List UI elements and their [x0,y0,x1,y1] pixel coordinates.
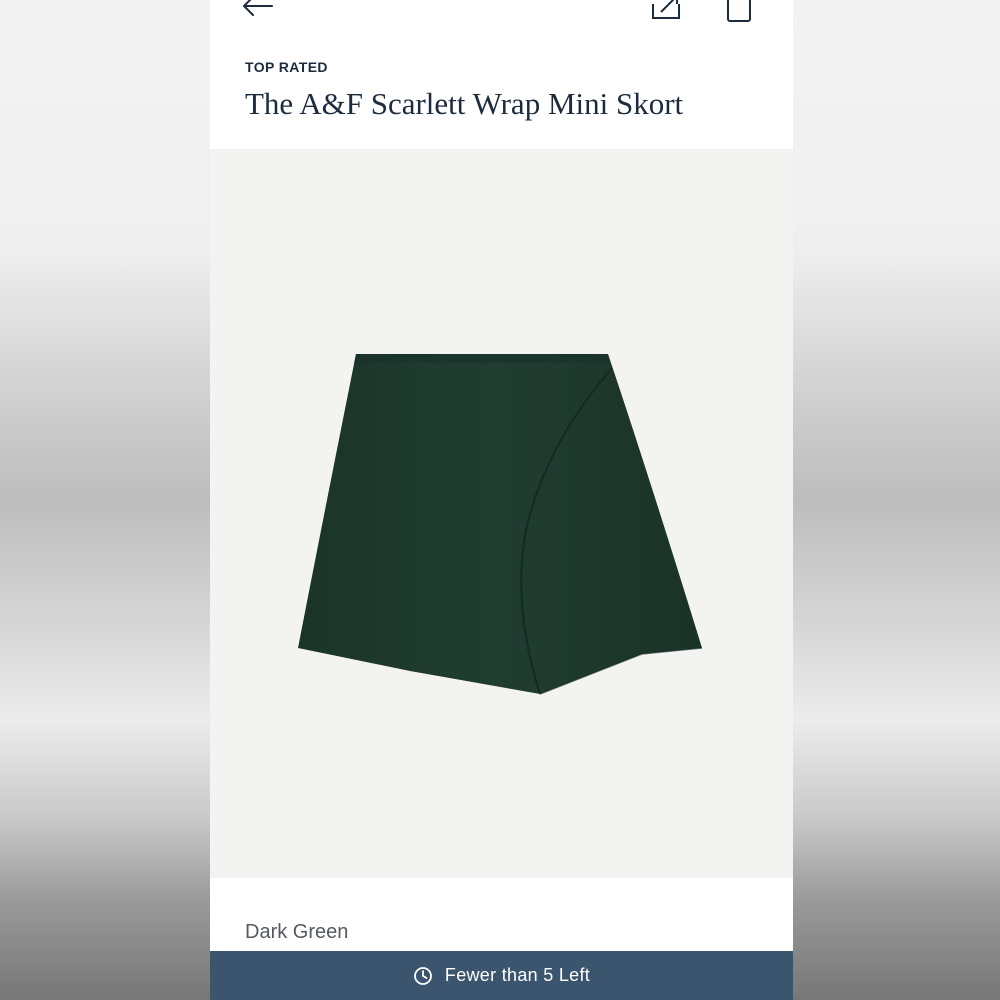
blurred-background-right [793,0,1000,1000]
share-icon [652,0,680,19]
product-screen: TOP RATED The A&F Scarlett Wrap Mini Sko… [210,0,793,1000]
bag-button[interactable] [721,0,757,24]
product-image[interactable] [210,149,793,878]
blurred-background-left [0,0,210,1000]
shopping-bag-icon [727,0,751,22]
selected-color-label: Dark Green [245,921,349,943]
share-button[interactable] [648,0,684,24]
top-navigation-bar [210,0,793,30]
stock-status-bar: Fewer than 5 Left [210,951,793,1000]
top-rated-badge: TOP RATED [245,59,328,75]
stock-status-text: Fewer than 5 Left [444,965,591,985]
clock-icon [414,966,432,985]
skort-illustration [298,354,703,695]
back-button[interactable] [240,0,276,24]
arrow-left-icon [243,0,273,16]
product-title: The A&F Scarlett Wrap Mini Skort [245,86,684,121]
